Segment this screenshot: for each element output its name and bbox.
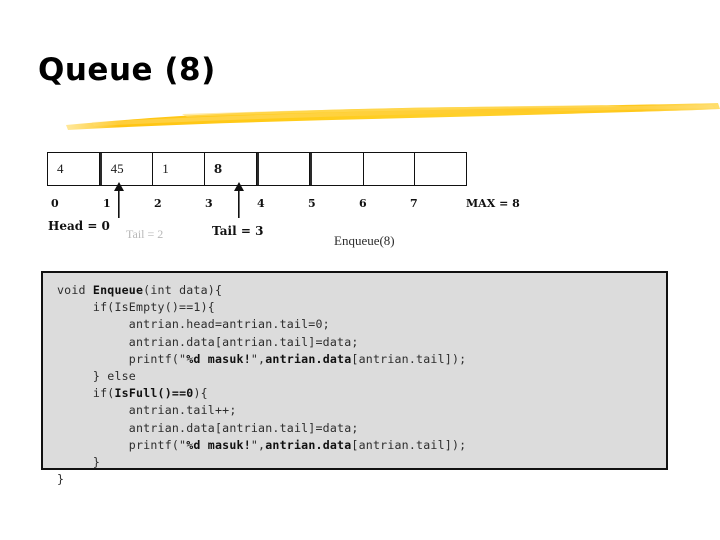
- code-line: antrian.data[antrian.tail]=data;: [57, 420, 359, 435]
- queue-cell: 45: [99, 153, 154, 185]
- enqueue-operation-caption: Enqueue(8): [334, 233, 395, 248]
- code-line: if(IsEmpty()==1){: [57, 300, 215, 315]
- page-title: Queue (8): [38, 52, 216, 88]
- queue-max-label: MAX = 8: [466, 197, 520, 210]
- queue-array-diagram: 4 45 1 8: [47, 152, 467, 186]
- queue-cell-empty: [310, 153, 364, 185]
- queue-index-label: 1: [103, 197, 111, 210]
- code-line: antrian.head=antrian.tail=0;: [57, 317, 330, 332]
- queue-index-label: 3: [205, 197, 213, 210]
- tail-current-caption: Tail = 3: [212, 224, 264, 238]
- head-pointer-caption: Head = 0: [48, 219, 110, 233]
- code-line: } else: [57, 369, 136, 384]
- queue-index-label: 4: [257, 197, 265, 210]
- head-pointer-up-arrow-icon: [114, 182, 124, 218]
- title-underline-brushstroke: [66, 103, 720, 130]
- queue-cell-empty: [415, 153, 466, 185]
- queue-cell-new: 8: [205, 153, 257, 185]
- tail-pointer-up-arrow-icon: [234, 182, 244, 218]
- queue-cell: 1: [153, 153, 205, 185]
- queue-cell-value: 4: [57, 161, 64, 176]
- queue-cell-value: 45: [110, 161, 124, 176]
- queue-cells-row: 4 45 1 8: [47, 152, 467, 186]
- queue-cell: 4: [48, 153, 100, 185]
- queue-index-label: 5: [308, 197, 316, 210]
- queue-cell-empty: [364, 153, 416, 185]
- queue-cell-empty: [256, 153, 311, 185]
- code-line: printf("%d masuk!",antrian.data[antrian.…: [57, 351, 467, 366]
- queue-cell-value: 1: [162, 161, 169, 176]
- queue-index-label: 6: [359, 197, 367, 210]
- code-line: void Enqueue(int data){: [57, 283, 223, 297]
- queue-index-label: 7: [410, 197, 418, 210]
- queue-index-label: 0: [51, 197, 59, 210]
- code-line: if(IsFull()==0){: [57, 386, 208, 401]
- code-line: printf("%d masuk!",antrian.data[antrian.…: [57, 437, 467, 452]
- code-line: }: [57, 472, 65, 487]
- code-snippet-panel: void Enqueue(int data){ if(IsEmpty()==1)…: [41, 271, 668, 486]
- code-line: }: [57, 455, 101, 470]
- code-line: antrian.tail++;: [57, 403, 237, 418]
- queue-index-label: 2: [154, 197, 162, 210]
- tail-previous-caption: Tail = 2: [126, 227, 164, 241]
- code-line: antrian.data[antrian.tail]=data;: [57, 334, 359, 349]
- code-lines-container: void Enqueue(int data){ if(IsEmpty()==1)…: [57, 282, 666, 488]
- queue-cell-value: 8: [213, 162, 223, 176]
